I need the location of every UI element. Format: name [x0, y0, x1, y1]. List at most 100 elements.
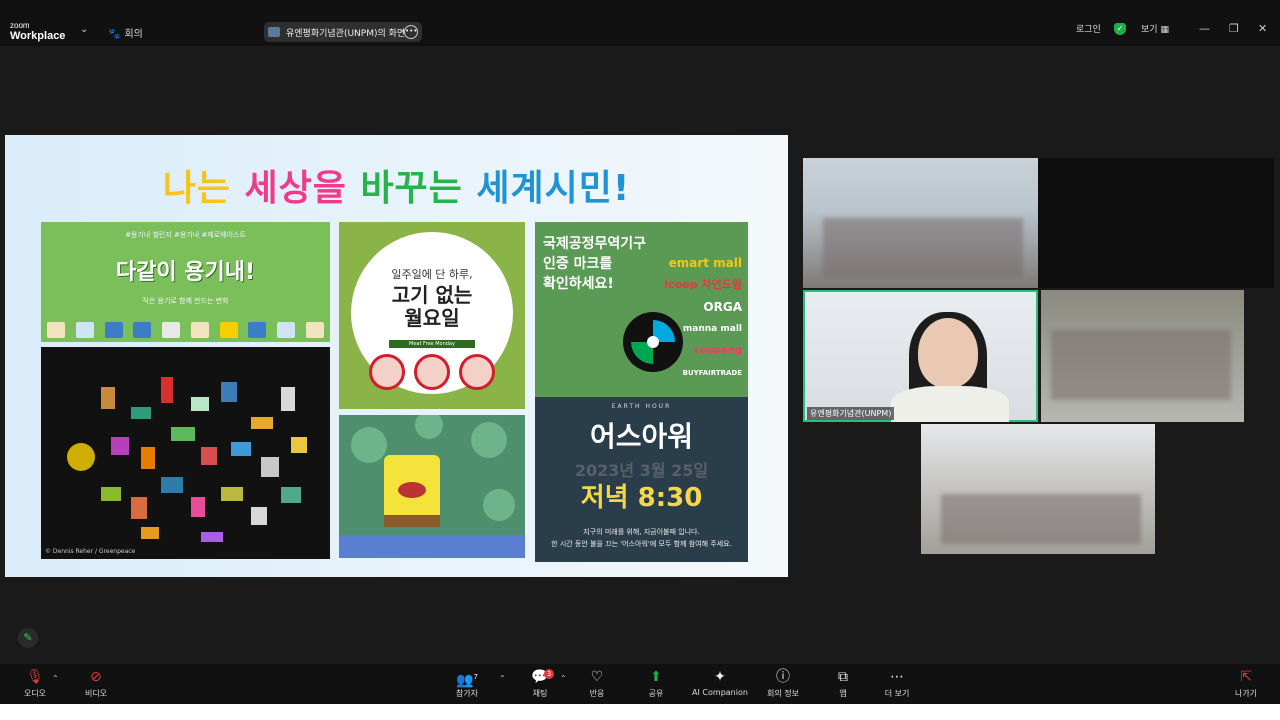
blurred-participants: [1051, 330, 1231, 400]
no-meat-icons: [369, 354, 495, 390]
share-label: 공유: [648, 689, 664, 698]
bottle-icon: [162, 322, 181, 338]
screen-share-pill[interactable]: 유엔평화기념관(UNPM)의 화면 •••: [264, 22, 422, 42]
title-part-1: 나는: [162, 168, 231, 209]
share-thumbnail-icon: [268, 27, 280, 37]
chat-chevron-icon[interactable]: ⌃: [560, 674, 567, 683]
ai-label: AI Companion: [692, 688, 748, 697]
earth-hour-panel: EARTH HOUR 어스아워 2023년 3월 25일 저녁 8:30 지구의…: [535, 397, 748, 562]
view-label: 보기: [1141, 25, 1158, 35]
audio-label: 오디오: [23, 689, 47, 698]
participants-chevron-icon[interactable]: ⌃: [499, 674, 506, 683]
container-row: [47, 316, 324, 338]
bottom-strip: [0, 704, 1280, 720]
earth-hour-sub1: 지구의 미래를 위해, 지금이불때 입니다.: [583, 528, 700, 536]
speaker-face: [918, 318, 978, 388]
fairtrade-line1: 국제공정무역기구: [543, 236, 647, 252]
zoom-logo: zoom Workplace: [10, 20, 65, 42]
brand-workplace: Workplace: [10, 30, 66, 42]
info-label: 회의 정보: [767, 689, 799, 698]
leave-icon: ⇱: [1240, 669, 1252, 685]
reuse-headline: 다같이 용기내!: [115, 260, 256, 285]
meat-free-circle: 일주일에 단 하루, 고기 없는 월요일 Meat Free Monday: [351, 232, 513, 394]
no-pig-icon: [369, 354, 405, 390]
photo-credit: © Dennis Reher / Greenpeace: [45, 548, 136, 555]
chat-label: 채팅: [532, 689, 548, 698]
apps-icon: ⧉: [838, 669, 848, 685]
apps-button[interactable]: ⧉ 앱: [832, 668, 854, 699]
plastic-waste-image: [67, 377, 307, 542]
container-icon: [104, 322, 123, 338]
title-part-4: 세계시민!: [476, 168, 631, 209]
paw-icon: 🐾: [108, 29, 121, 40]
blurred-participants: [941, 494, 1141, 544]
brand-icoop: icoop 자연드림: [664, 278, 742, 291]
more-button[interactable]: ⋯ 더 보기: [882, 668, 912, 699]
container-icon: [248, 322, 267, 338]
participants-button[interactable]: 👥7 참가자: [452, 668, 482, 699]
spongebob-image: [339, 415, 525, 558]
meat-free-line1: 일주일에 단 하루,: [391, 268, 473, 281]
apps-label: 앱: [839, 689, 847, 698]
meeting-menu[interactable]: 🐾 회의: [108, 25, 143, 40]
speaker-body: [891, 386, 1009, 422]
audio-options-chevron-icon[interactable]: ⌃: [52, 674, 59, 683]
info-icon: ⓘ: [776, 669, 790, 685]
container-icon: [305, 322, 324, 338]
annotate-pencil-icon[interactable]: ✎: [18, 628, 38, 648]
title-part-2: 세상을: [244, 168, 347, 209]
sparkle-icon: ✦: [714, 669, 726, 685]
minimize-icon[interactable]: —: [1199, 22, 1210, 35]
view-menu[interactable]: 보기 ▦: [1141, 22, 1169, 35]
chevron-down-icon[interactable]: ⌄: [80, 24, 88, 35]
share-icon: ⬆: [650, 669, 662, 685]
participant-video-tile[interactable]: [1041, 290, 1244, 422]
container-icon: [47, 322, 65, 338]
video-button[interactable]: ⊘ 비디오: [80, 668, 112, 699]
share-button[interactable]: ⬆ 공유: [644, 668, 668, 699]
earth-hour-sub2: 한 시간 동안 불을 끄는 '어스아워'에 모두 함께 참여해 주세요.: [551, 540, 732, 548]
earth-hour-header: EARTH HOUR: [611, 403, 672, 410]
meat-free-monday-panel: 일주일에 단 하루, 고기 없는 월요일 Meat Free Monday: [339, 222, 525, 409]
earth-hour-title: 어스아워: [589, 420, 694, 453]
mic-muted-icon: 🎙: [26, 669, 44, 685]
fairtrade-text: 국제공정무역기구 인증 마크를 확인하세요!: [543, 234, 646, 294]
login-link[interactable]: 로그인: [1076, 22, 1101, 35]
restore-icon[interactable]: ❐: [1229, 22, 1239, 35]
leave-button[interactable]: ⇱ 나가기: [1232, 668, 1260, 699]
participant-video-tile[interactable]: [803, 158, 1038, 288]
title-part-3: 바꾸는: [360, 168, 463, 209]
meeting-label: 회의: [124, 29, 143, 40]
plastic-waste-photo: © Dennis Reher / Greenpeace: [41, 347, 330, 559]
speaker-name-tag: 유엔평화기념관(UNPM): [807, 407, 895, 420]
earth-hour-time: 저녁 8:30: [580, 483, 703, 513]
meat-free-line2-text: 고기 없는: [391, 283, 473, 307]
participant-video-tile-off[interactable]: [1038, 158, 1274, 288]
meeting-info-button[interactable]: ⓘ 회의 정보: [764, 668, 802, 699]
shield-check-icon[interactable]: ✓: [1114, 23, 1126, 35]
spongebob-illustration: [339, 415, 525, 558]
reactions-label: 반응: [589, 689, 605, 698]
share-pill-label: 유엔평화기념관(UNPM)의 화면: [286, 28, 406, 39]
audio-button[interactable]: 🎙 오디오: [20, 668, 50, 699]
bottle-icon: [277, 322, 296, 338]
fairtrade-logo-icon: [623, 312, 683, 372]
grid-icon: ▦: [1160, 25, 1169, 35]
reactions-button[interactable]: ♡ 반응: [584, 668, 610, 699]
more-options-icon[interactable]: •••: [404, 25, 418, 39]
close-icon[interactable]: ✕: [1258, 22, 1267, 35]
reuse-container-panel: #용기내 챌린지 #용기내 #제로웨이스트 다같이 용기내! 작은 용기로 함께…: [41, 222, 330, 342]
blurred-participants: [823, 218, 1023, 278]
speaker-video-tile[interactable]: 유엔평화기념관(UNPM): [803, 290, 1038, 422]
meat-free-line3-text: 월요일: [404, 306, 460, 330]
meat-free-line2: 고기 없는 월요일: [351, 284, 513, 330]
reuse-tags: #용기내 챌린지 #용기내 #제로웨이스트: [125, 231, 246, 239]
container-icon: [190, 322, 209, 338]
more-dots-icon: ⋯: [890, 669, 904, 685]
no-chicken-icon: [414, 354, 450, 390]
participant-video-tile[interactable]: [921, 424, 1155, 554]
leave-label: 나가기: [1234, 689, 1258, 698]
ai-companion-button[interactable]: ✦ AI Companion: [690, 668, 750, 697]
shared-slide: 나는 세상을 바꾸는 세계시민! #용기내 챌린지 #용기내 #제로웨이스트 다…: [5, 135, 788, 577]
participants-icon: 👥7: [456, 672, 478, 689]
